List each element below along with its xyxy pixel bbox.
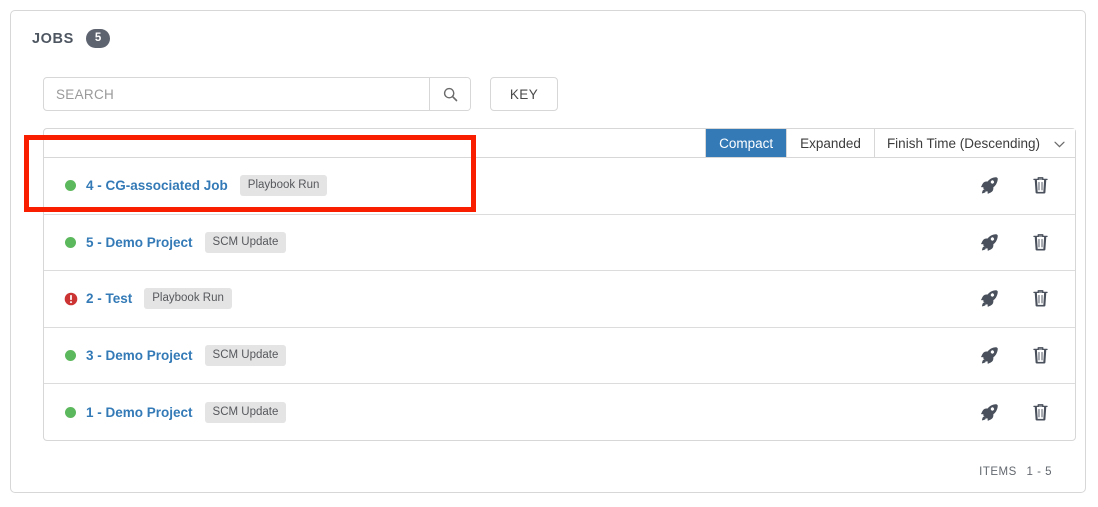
table-row[interactable]: 1 - Demo Project SCM Update: [44, 384, 1075, 441]
row-actions: [978, 345, 1053, 365]
job-title-link[interactable]: 1 - Demo Project: [86, 405, 193, 420]
job-title-link[interactable]: 3 - Demo Project: [86, 348, 193, 363]
jobs-list-container: Compact Expanded Finish Time (Descending…: [43, 128, 1076, 441]
search-toolbar: KEY: [43, 77, 558, 111]
jobs-panel-card: JOBS 5 KEY: [10, 10, 1086, 493]
job-title-link[interactable]: 4 - CG-associated Job: [86, 178, 228, 193]
job-type-badge: SCM Update: [204, 344, 287, 366]
rocket-icon[interactable]: [978, 402, 998, 422]
green-circle-icon: [65, 349, 76, 361]
job-type-badge: SCM Update: [204, 231, 287, 253]
red-exclamation-circle-icon: [64, 292, 78, 306]
jobs-page: JOBS 5 KEY: [0, 0, 1098, 507]
rocket-icon[interactable]: [978, 345, 998, 365]
panel-header: JOBS 5: [32, 29, 111, 48]
trash-icon[interactable]: [1030, 176, 1050, 196]
search-input[interactable]: [44, 78, 429, 110]
list-toolbar: Compact Expanded Finish Time (Descending…: [44, 129, 1075, 158]
table-row[interactable]: 4 - CG-associated Job Playbook Run: [44, 158, 1075, 215]
search-submit-button[interactable]: [429, 78, 470, 110]
search-icon: [443, 87, 458, 102]
green-circle-icon: [65, 406, 76, 418]
job-type-badge: Playbook Run: [144, 288, 232, 310]
search-box: [43, 77, 471, 111]
table-row[interactable]: 2 - Test Playbook Run: [44, 271, 1075, 328]
items-footer: ITEMS 1 - 5: [979, 466, 1052, 478]
job-title-link[interactable]: 5 - Demo Project: [86, 235, 193, 250]
table-row[interactable]: 3 - Demo Project SCM Update: [44, 328, 1075, 384]
tab-compact[interactable]: Compact: [705, 129, 787, 157]
job-type-badge: Playbook Run: [239, 175, 328, 197]
row-actions: [978, 402, 1053, 422]
job-title-link[interactable]: 2 - Test: [86, 291, 132, 306]
row-actions: [978, 176, 1053, 196]
sort-dropdown[interactable]: Finish Time (Descending): [873, 129, 1075, 157]
row-actions: [978, 289, 1053, 309]
rocket-icon[interactable]: [978, 289, 998, 309]
trash-icon[interactable]: [1030, 402, 1050, 422]
jobs-count-badge: 5: [85, 29, 111, 48]
trash-icon[interactable]: [1030, 345, 1050, 365]
trash-icon[interactable]: [1030, 289, 1050, 309]
jobs-list: 4 - CG-associated Job Playbook Run 5 - Dem…: [44, 158, 1075, 441]
rocket-icon[interactable]: [978, 232, 998, 252]
sort-dropdown-value: Finish Time (Descending): [886, 135, 1040, 151]
rocket-icon[interactable]: [978, 176, 998, 196]
job-type-badge: SCM Update: [204, 401, 287, 423]
items-range: 1 - 5: [1026, 466, 1052, 478]
green-circle-icon: [65, 180, 76, 192]
tab-expanded[interactable]: Expanded: [786, 129, 874, 157]
table-row[interactable]: 5 - Demo Project SCM Update: [44, 215, 1075, 271]
trash-icon[interactable]: [1030, 232, 1050, 252]
view-toggle-group: Compact Expanded: [705, 129, 874, 157]
key-button[interactable]: KEY: [490, 77, 558, 111]
chevron-down-icon: [1054, 136, 1065, 151]
green-circle-icon: [65, 236, 76, 248]
items-label: ITEMS: [979, 466, 1017, 478]
page-title: JOBS: [32, 30, 74, 47]
row-actions: [978, 232, 1053, 252]
